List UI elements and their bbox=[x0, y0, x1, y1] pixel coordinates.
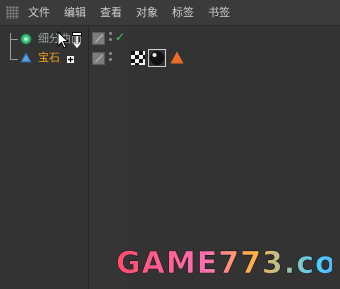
add-child-icon bbox=[66, 55, 75, 64]
object-row-gem[interactable]: 宝石 bbox=[0, 49, 340, 69]
visibility-dots[interactable] bbox=[109, 52, 113, 64]
gem-icon bbox=[20, 52, 32, 63]
material-tag-icon[interactable] bbox=[148, 49, 166, 67]
drag-grip-icon[interactable] bbox=[6, 6, 19, 19]
watermark-text: GAME773.com bbox=[116, 246, 332, 280]
uvw-tag-icon[interactable] bbox=[131, 51, 145, 65]
menu-edit[interactable]: 编辑 bbox=[64, 6, 86, 20]
render-toggle[interactable] bbox=[92, 52, 105, 65]
visibility-dots[interactable] bbox=[109, 32, 113, 44]
mouse-cursor-icon bbox=[57, 31, 70, 49]
object-name[interactable]: 宝石 bbox=[38, 51, 60, 65]
subdivision-surface-icon bbox=[20, 33, 32, 45]
menu-bookmarks[interactable]: 书签 bbox=[208, 6, 230, 20]
phong-tag-icon[interactable] bbox=[170, 51, 184, 64]
object-row-subdivision[interactable]: 细分曲面 ✓ bbox=[0, 29, 340, 49]
drag-insert-cursor-icon bbox=[72, 32, 82, 49]
render-toggle[interactable] bbox=[92, 32, 105, 45]
watermark-logo: GAME773.com bbox=[116, 246, 332, 280]
menu-tags[interactable]: 标签 bbox=[172, 6, 194, 20]
menu-view[interactable]: 查看 bbox=[100, 6, 122, 20]
menu-bar: 文件 编辑 查看 对象 标签 书签 bbox=[0, 0, 340, 26]
menu-file[interactable]: 文件 bbox=[28, 6, 50, 20]
enabled-check-icon[interactable]: ✓ bbox=[115, 30, 125, 44]
menu-object[interactable]: 对象 bbox=[136, 6, 158, 20]
